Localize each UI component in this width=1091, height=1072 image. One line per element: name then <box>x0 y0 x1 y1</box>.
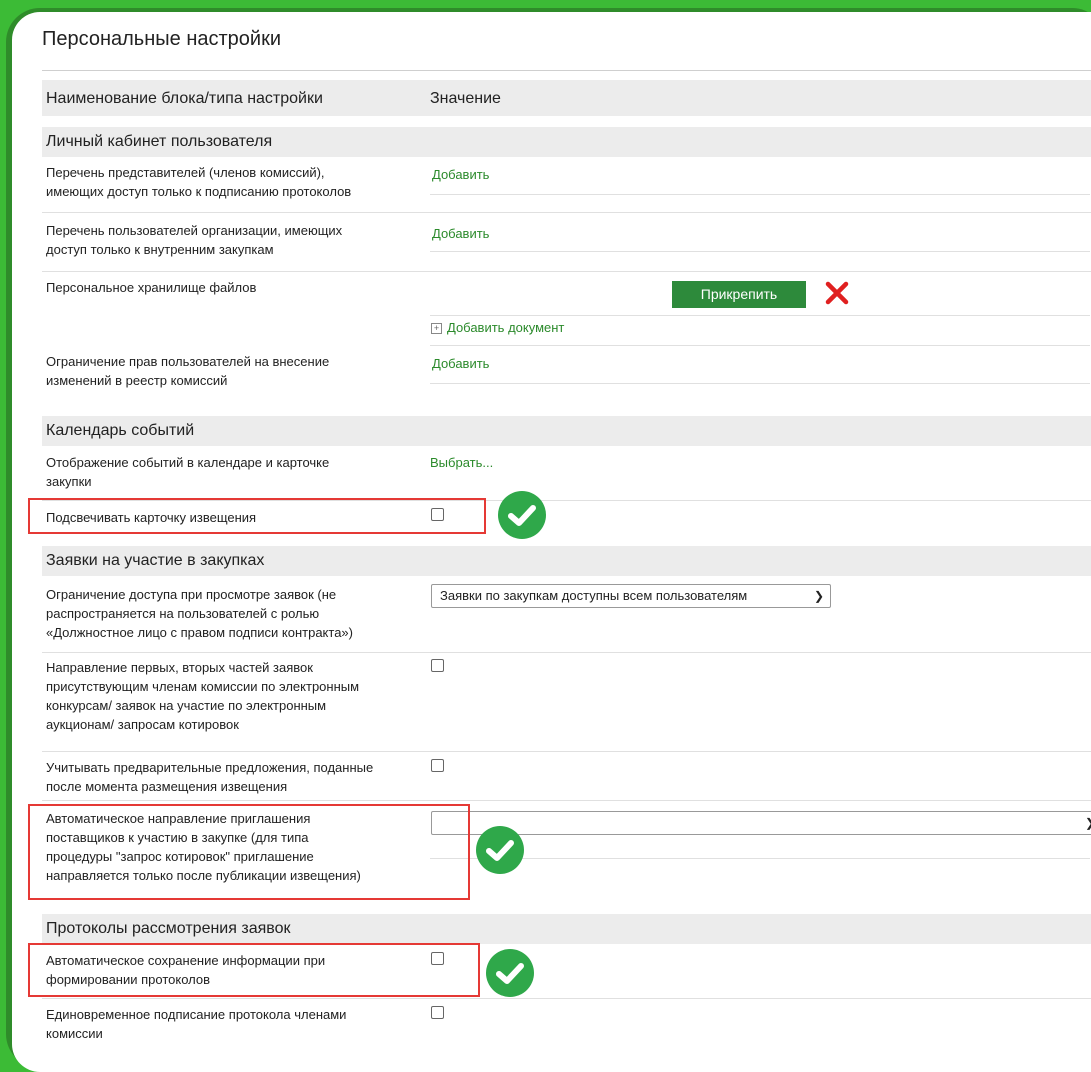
add-internal-users-link[interactable]: Добавить <box>432 226 489 241</box>
add-representatives-link[interactable]: Добавить <box>432 167 489 182</box>
expand-plus-icon[interactable]: + <box>431 323 442 334</box>
send-parts-checkbox[interactable] <box>431 659 444 672</box>
delete-icon[interactable] <box>822 278 852 308</box>
check-badge-icon <box>498 491 546 539</box>
chevron-down-icon: ❯ <box>814 589 825 603</box>
auto-invitation-select[interactable]: ❯ <box>431 811 1091 835</box>
check-badge-icon <box>486 949 534 997</box>
section-applications: Заявки на участие в закупках <box>42 546 1091 576</box>
setting-label-preliminary-offers: Учитывать предварительные предложения, п… <box>46 760 374 794</box>
setting-label-commission-rights: Ограничение прав пользователей на внесен… <box>46 354 330 388</box>
highlight-frame <box>28 804 470 900</box>
setting-label-internal-purchases: Перечень пользователей организации, имею… <box>46 223 343 257</box>
section-title: Заявки на участие в закупках <box>46 552 265 569</box>
section-protocols: Протоколы рассмотрения заявок <box>42 914 1091 944</box>
setting-label-send-parts: Направление первых, вторых частей заявок… <box>46 660 360 732</box>
section-title: Календарь событий <box>46 422 195 439</box>
column-header-value: Значение <box>430 90 501 107</box>
setting-label-access-restriction: Ограничение доступа при просмотре заявок… <box>46 587 353 640</box>
add-commission-rights-link[interactable]: Добавить <box>432 356 489 371</box>
title-divider <box>42 70 1091 71</box>
highlight-frame <box>28 943 480 997</box>
setting-label-simultaneous-signing: Единовременное подписание протокола член… <box>46 1007 347 1041</box>
attach-button[interactable]: Прикрепить <box>672 281 806 308</box>
page-title: Персональные настройки <box>42 28 281 50</box>
access-restriction-select[interactable]: Заявки по закупкам доступны всем пользов… <box>431 584 831 608</box>
table-header: Наименование блока/типа настройки Значен… <box>42 80 1091 116</box>
section-title: Личный кабинет пользователя <box>46 133 273 150</box>
chevron-down-icon: ❯ <box>1085 812 1091 834</box>
setting-label-file-storage: Персональное хранилище файлов <box>46 280 257 295</box>
simultaneous-signing-checkbox[interactable] <box>431 1006 444 1019</box>
setting-label-representatives: Перечень представителей (членов комиссий… <box>46 165 352 199</box>
section-personal-cabinet: Личный кабинет пользователя <box>42 127 1091 157</box>
column-header-name: Наименование блока/типа настройки <box>46 90 323 107</box>
check-badge-icon <box>476 826 524 874</box>
choose-calendar-link[interactable]: Выбрать... <box>430 455 493 470</box>
add-document-link[interactable]: Добавить документ <box>447 320 564 335</box>
highlight-frame <box>28 498 486 534</box>
preliminary-offers-checkbox[interactable] <box>431 759 444 772</box>
section-title: Протоколы рассмотрения заявок <box>46 920 291 937</box>
setting-label-calendar-display: Отображение событий в календаре и карточ… <box>46 455 330 489</box>
section-calendar: Календарь событий <box>42 416 1091 446</box>
